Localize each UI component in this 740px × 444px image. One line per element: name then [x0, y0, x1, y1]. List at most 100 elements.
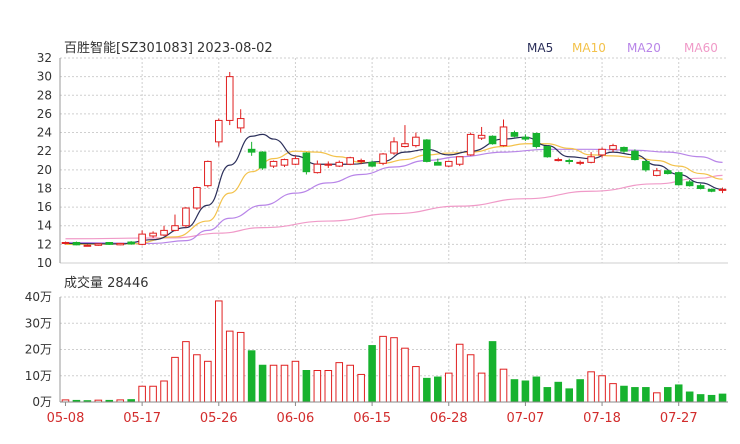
candle-body: [324, 163, 333, 166]
volume-bar: [280, 364, 289, 403]
legend-ma60: MA60: [684, 41, 718, 55]
stock-chart-panel: 百胜智能[SZ301083] 2023-08-02 MA5 MA10 MA20 MA6…: [0, 0, 740, 440]
volume-bar: [346, 364, 354, 403]
candle-body: [116, 242, 125, 246]
volume-bar: [423, 377, 431, 403]
candle-body: [127, 241, 135, 245]
volume-bar: [477, 372, 486, 403]
candle-body: [94, 243, 103, 246]
candle: [390, 137, 398, 155]
volume-bar: [401, 347, 409, 403]
candle: [138, 230, 146, 246]
candle: [565, 158, 573, 165]
candle-body: [674, 172, 683, 186]
candle: [379, 153, 387, 166]
volume-bar: [444, 372, 453, 403]
candle-body: [182, 207, 190, 227]
price-y-axis: 10 12 14 16 18 20 22 24 26 28 30 32: [37, 51, 61, 270]
candle-body: [72, 242, 81, 246]
candle: [94, 243, 103, 246]
volume-bar: [642, 387, 650, 403]
candle-body: [215, 119, 223, 143]
volume-bar: [620, 385, 628, 403]
candle: [477, 126, 486, 140]
volume-tick-label: 20万: [25, 343, 52, 357]
ma-legend: MA5 MA10 MA20 MA60: [527, 41, 718, 55]
candle-body: [346, 157, 354, 165]
price-tick-label: 10: [37, 256, 52, 270]
candle: [488, 135, 497, 145]
candle-body: [653, 170, 661, 176]
candle: [171, 214, 179, 232]
legend-ma20: MA20: [627, 41, 661, 55]
volume-bar: [587, 371, 595, 403]
x-tick-label: 07-27: [660, 411, 698, 426]
price-tick-label: 30: [37, 70, 52, 84]
candle: [258, 151, 267, 170]
volume-bar: [631, 387, 639, 403]
candle-body: [455, 156, 464, 165]
candle-body: [565, 160, 573, 162]
volume-tick-label: 30万: [25, 316, 52, 330]
price-tick-label: 32: [37, 51, 52, 65]
volume-bar: [718, 393, 727, 403]
candle: [499, 119, 508, 147]
stock-chart-svg: 百胜智能[SZ301083] 2023-08-02 MA5 MA10 MA20 MA6…: [25, 41, 728, 426]
x-tick-label: 06-15: [353, 411, 391, 426]
candle: [105, 242, 114, 245]
volume-bar: [412, 366, 420, 403]
candle: [412, 132, 420, 148]
candle-body: [499, 126, 508, 147]
candle-body: [444, 160, 453, 167]
volume-bar: [390, 337, 398, 403]
volume-bar: [653, 392, 661, 403]
volume-bar: [302, 370, 311, 403]
volume-bar: [335, 362, 344, 403]
volume-bars: [61, 300, 727, 403]
candle-body: [620, 146, 628, 152]
volume-bar: [225, 330, 234, 403]
volume-tick-label: 10万: [25, 369, 52, 383]
candle: [225, 71, 234, 126]
candle-body: [554, 159, 563, 162]
volume-bar: [215, 300, 223, 403]
candle-body: [488, 135, 497, 145]
volume-bar: [488, 341, 497, 403]
candle: [609, 143, 617, 153]
volume-bar: [696, 394, 705, 403]
x-tick-label: 07-18: [583, 411, 621, 426]
x-tick-label: 05-26: [200, 411, 238, 426]
candle: [663, 169, 672, 175]
candle: [193, 186, 201, 210]
volume-bar: [565, 388, 573, 403]
x-tick-label: 05-08: [47, 411, 85, 426]
candle: [72, 241, 81, 246]
volume-bar: [182, 341, 190, 403]
x-tick-label: 06-28: [430, 411, 468, 426]
x-tick-label: 05-17: [123, 411, 161, 426]
candle-body: [696, 185, 705, 189]
candle-body: [642, 160, 650, 171]
candle: [696, 183, 705, 190]
candle: [423, 139, 431, 163]
volume-bar: [434, 376, 442, 403]
volume-bar: [598, 375, 606, 403]
candle: [247, 141, 256, 156]
candle: [532, 132, 541, 149]
candle-body: [138, 233, 146, 245]
candle-body: [302, 152, 311, 173]
candle-body: [434, 161, 442, 166]
volume-bar: [499, 368, 508, 403]
volume-tick-label: 40万: [25, 290, 52, 304]
candle: [674, 171, 683, 186]
candle-body: [171, 225, 179, 231]
candle: [324, 161, 333, 168]
candle: [455, 156, 464, 167]
volume-bar: [609, 383, 617, 403]
x-tick-label: 07-07: [507, 411, 545, 426]
candle-body: [631, 150, 639, 161]
candle-body: [663, 170, 672, 175]
candle-body: [193, 187, 201, 209]
candle: [543, 145, 552, 158]
candle: [346, 156, 354, 166]
